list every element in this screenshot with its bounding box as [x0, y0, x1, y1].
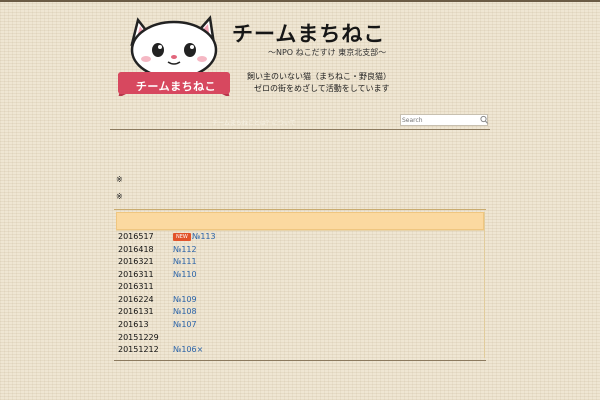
- news-divider: [116, 230, 484, 231]
- nav-link-about[interactable]: チームまちねことは？について: [212, 118, 296, 127]
- news-link[interactable]: №107: [173, 320, 197, 329]
- news-date: 2016321: [118, 257, 154, 266]
- news-date: 20151212: [118, 345, 159, 354]
- news-link[interactable]: №106×: [173, 345, 203, 354]
- nav-divider: [110, 129, 490, 130]
- news-row: 2016224 №109: [118, 295, 478, 307]
- news-row: 2016131 №108: [118, 307, 478, 319]
- news-date: 2016224: [118, 295, 154, 304]
- news-border: [484, 212, 485, 358]
- news-date: 2016311: [118, 270, 154, 279]
- search-icon[interactable]: [479, 114, 489, 126]
- news-list-header: [116, 212, 484, 230]
- news-row: 2016418 №112: [118, 245, 478, 257]
- news-link[interactable]: №112: [173, 245, 197, 254]
- news-date: 2016131: [118, 307, 154, 316]
- top-border: [0, 0, 600, 2]
- news-link[interactable]: №109: [173, 295, 197, 304]
- news-link[interactable]: №113: [192, 232, 216, 241]
- news-link[interactable]: №108: [173, 307, 197, 316]
- site-logo[interactable]: チームまちねこ: [118, 14, 230, 98]
- news-row: 201613 №107: [118, 320, 478, 332]
- news-date: 2016311: [118, 282, 154, 291]
- news-date: 20151229: [118, 333, 159, 342]
- note-mark: ※: [116, 192, 123, 201]
- new-badge: NEW: [173, 233, 191, 241]
- news-row: 20151229: [118, 333, 478, 345]
- news-row: 2016321 №111: [118, 257, 478, 269]
- news-date: 2016517: [118, 232, 154, 241]
- site-tagline-line-2: ゼロの街をめざして活動をしています: [254, 84, 390, 93]
- site-title[interactable]: チームまちねこ: [232, 18, 385, 48]
- news-link[interactable]: №110: [173, 270, 197, 279]
- note-mark: ※: [116, 175, 123, 184]
- news-link[interactable]: №111: [173, 257, 197, 266]
- site-subtitle: 〜NPO ねこだすけ 東京北支部〜: [268, 48, 387, 57]
- news-date: 201613: [118, 320, 149, 329]
- news-date: 2016418: [118, 245, 154, 254]
- news-row: 2016311 №110: [118, 270, 478, 282]
- search-input[interactable]: [402, 115, 476, 125]
- site-tagline-line-1: 飼い主のいない猫（まちねこ・野良猫）: [247, 72, 391, 81]
- logo-ribbon-text: チームまちねこ: [135, 80, 217, 93]
- news-row: 2016311: [118, 282, 478, 294]
- news-row: 20151212 №106×: [118, 345, 478, 357]
- news-row: 2016517 NEW №113: [118, 232, 478, 244]
